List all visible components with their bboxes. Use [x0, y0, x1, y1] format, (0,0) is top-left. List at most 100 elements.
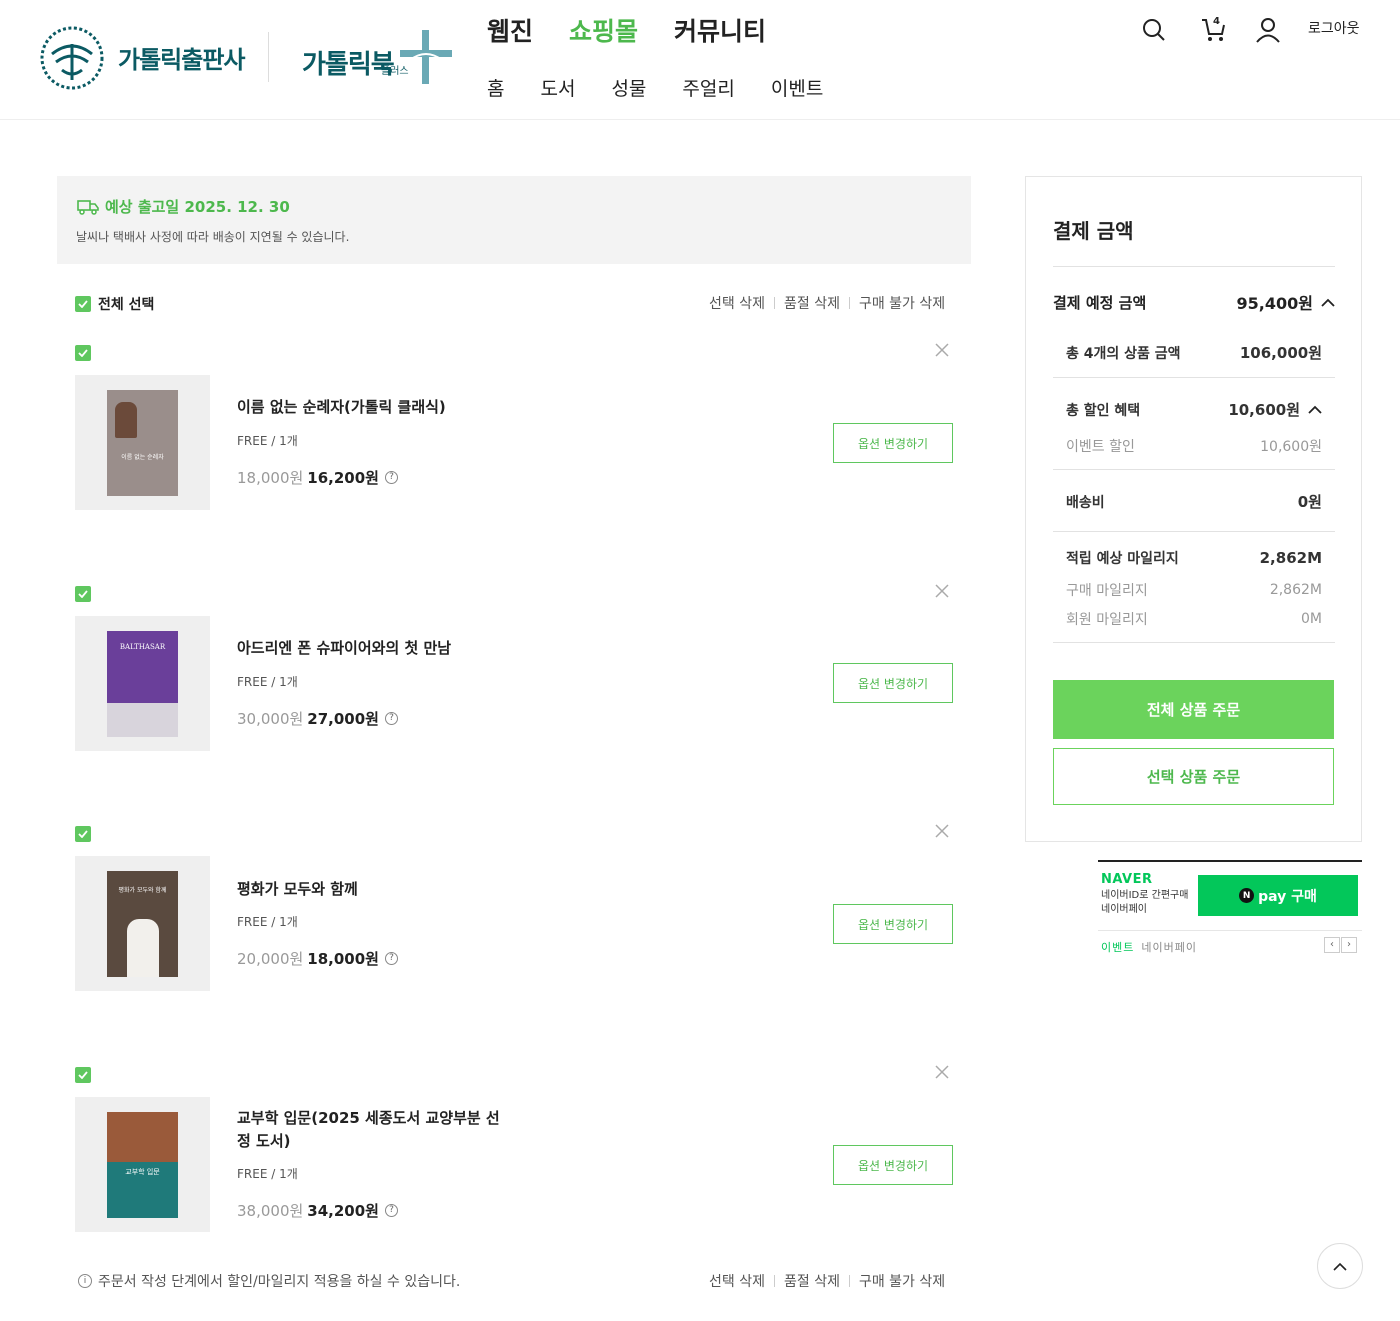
ship-date: 예상 출고일 2025. 12. 30 [105, 198, 290, 216]
item-option: FREE / 1개 [237, 1167, 298, 1181]
delete-selected-button[interactable]: 선택 삭제 [709, 293, 765, 313]
item-name[interactable]: 아드리엔 폰 슈파이어와의 첫 만남 [237, 637, 507, 660]
truck-icon [77, 199, 99, 215]
item-option: FREE / 1개 [237, 675, 298, 689]
item-price: 30,000원 27,000원 ? [237, 708, 398, 729]
gnb-shopping-mall[interactable]: 쇼핑몰 [569, 12, 638, 48]
divider [1053, 531, 1335, 532]
naver-logo: NAVER [1101, 872, 1153, 887]
discount-info-text: 주문서 작성 단계에서 할인/마일리지 적용을 하실 수 있습니다. [98, 1274, 461, 1290]
change-option-button[interactable]: 옵션 변경하기 [833, 663, 953, 703]
snb-goods[interactable]: 성물 [611, 74, 646, 101]
chevron-right-icon[interactable]: › [1341, 937, 1357, 953]
gnb-webzine[interactable]: 웹진 [487, 12, 533, 48]
change-option-button[interactable]: 옵션 변경하기 [833, 904, 953, 944]
item-original-price: 18,000원 [237, 469, 304, 487]
item-checkbox[interactable] [75, 345, 91, 361]
logout-link[interactable]: 로그아웃 [1308, 18, 1360, 38]
chevron-left-icon[interactable]: ‹ [1324, 937, 1340, 953]
buy-mileage-label: 구매 마일리지 [1066, 583, 1148, 599]
item-thumbnail[interactable]: 교부학 입문 [75, 1097, 210, 1232]
delete-selected-button[interactable]: 선택 삭제 [709, 1271, 765, 1291]
item-sale-price: 34,200원 [307, 1202, 379, 1220]
discount-label: 총 할인 혜택 [1066, 402, 1141, 419]
item-checkbox[interactable] [75, 586, 91, 602]
chevron-up-icon[interactable] [1308, 405, 1322, 414]
scroll-top-button[interactable] [1317, 1243, 1363, 1289]
buy-mileage-row: 구매 마일리지 2,862M [1053, 580, 1335, 600]
expected-amount-row[interactable]: 결제 예정 금액 95,400원 [1053, 290, 1335, 314]
discount-row[interactable]: 총 할인 혜택 10,600원 [1053, 399, 1335, 420]
logo-catholic-book[interactable]: 가톨릭북 [302, 44, 395, 81]
item-checkbox[interactable] [75, 1067, 91, 1083]
remove-item-close-icon[interactable] [935, 1065, 949, 1079]
book-cover: 이름 없는 순례자 [107, 389, 178, 496]
cart-icon[interactable]: 4 [1200, 16, 1228, 44]
catholic-publishing-emblem-icon[interactable] [38, 24, 106, 92]
naver-event[interactable]: 이벤트 네이버페이 [1101, 939, 1197, 955]
user-icon[interactable] [1254, 16, 1282, 44]
item-option: FREE / 1개 [237, 434, 298, 448]
chevron-up-icon[interactable] [1321, 298, 1335, 307]
naver-event-label: 이벤트 [1101, 941, 1135, 954]
logo-divider [268, 32, 269, 82]
item-name[interactable]: 교부학 입문(2025 세종도서 교양부분 선정 도서) [237, 1107, 507, 1153]
item-thumbnail[interactable]: 이름 없는 순례자 [75, 375, 210, 510]
cart-item: BALTHASAR 아드리엔 폰 슈파이어와의 첫 만남 FREE / 1개 3… [57, 584, 971, 766]
mileage-value: 2,862M [1259, 549, 1322, 567]
select-all[interactable]: 전체 선택 [75, 294, 154, 314]
member-mileage-row: 회원 마일리지 0M [1053, 609, 1335, 629]
remove-item-close-icon[interactable] [935, 824, 949, 838]
item-thumbnail[interactable]: 평화가 모두와 함께 [75, 856, 210, 991]
shipping-notice: 예상 출고일 2025. 12. 30 날씨나 택배사 사정에 따라 배송이 지… [57, 176, 971, 264]
price-help-icon[interactable]: ? [384, 471, 398, 484]
snb-jewelry[interactable]: 주얼리 [682, 74, 734, 101]
price-help-icon[interactable]: ? [384, 1204, 398, 1217]
divider [1053, 266, 1335, 267]
buy-mileage-value: 2,862M [1269, 582, 1322, 598]
gnb-community[interactable]: 커뮤니티 [674, 12, 766, 48]
item-checkbox[interactable] [75, 826, 91, 842]
search-icon[interactable] [1140, 16, 1168, 44]
goods-amount-label: 총 4개의 상품 금액 [1066, 345, 1181, 362]
order-selected-button[interactable]: 선택 상품 주문 [1053, 748, 1334, 805]
price-help-icon[interactable]: ? [384, 952, 398, 965]
price-help-icon[interactable]: ? [384, 712, 398, 725]
info-icon: i [78, 1274, 92, 1288]
select-all-checkbox[interactable] [75, 296, 91, 312]
cross-plus-icon [400, 30, 452, 84]
discount-value: 10,600원 [1228, 401, 1300, 419]
change-option-button[interactable]: 옵션 변경하기 [833, 423, 953, 463]
item-name[interactable]: 평화가 모두와 함께 [237, 878, 507, 901]
book-cover: 교부학 입문 [107, 1111, 178, 1218]
remove-item-close-icon[interactable] [935, 584, 949, 598]
snb-home[interactable]: 홈 [487, 74, 504, 101]
shipping-fee-label: 배송비 [1066, 494, 1105, 511]
expected-amount-value: 95,400원 [1236, 294, 1313, 313]
item-original-price: 20,000원 [237, 950, 304, 968]
delete-unavailable-button[interactable]: 구매 불가 삭제 [859, 293, 945, 313]
change-option-button[interactable]: 옵션 변경하기 [833, 1145, 953, 1185]
event-discount-row: 이벤트 할인 10,600원 [1053, 436, 1335, 456]
order-all-button[interactable]: 전체 상품 주문 [1053, 680, 1334, 739]
naver-desc: 네이버ID로 간편구매 네이버페이 [1101, 890, 1189, 915]
item-original-price: 38,000원 [237, 1202, 304, 1220]
delete-soldout-button[interactable]: 품절 삭제 [784, 1271, 840, 1291]
item-sale-price: 18,000원 [307, 950, 379, 968]
mileage-label: 적립 예상 마일리지 [1066, 551, 1179, 567]
snb-event[interactable]: 이벤트 [771, 74, 823, 101]
naver-n-icon: N [1239, 888, 1255, 903]
mileage-row: 적립 예상 마일리지 2,862M [1053, 548, 1335, 568]
snb-books[interactable]: 도서 [540, 74, 575, 101]
naver-pay-button[interactable]: N pay 구매 [1198, 875, 1358, 916]
delete-soldout-button[interactable]: 품절 삭제 [784, 293, 840, 313]
item-name[interactable]: 이름 없는 순례자(가톨릭 클래식) [237, 396, 507, 419]
naver-event-sub: 네이버페이 [1141, 941, 1197, 954]
naver-pay-widget: NAVER 네이버ID로 간편구매 네이버페이 N pay 구매 이벤트 네이버… [1098, 860, 1362, 958]
logo-catholic-publishing[interactable]: 가톨릭출판사 [118, 40, 245, 75]
cart-item: 평화가 모두와 함께 평화가 모두와 함께 FREE / 1개 20,000원 … [57, 824, 971, 1006]
event-discount-value: 10,600원 [1260, 439, 1322, 455]
delete-unavailable-button[interactable]: 구매 불가 삭제 [859, 1271, 945, 1291]
remove-item-close-icon[interactable] [935, 343, 949, 357]
item-thumbnail[interactable]: BALTHASAR [75, 616, 210, 751]
